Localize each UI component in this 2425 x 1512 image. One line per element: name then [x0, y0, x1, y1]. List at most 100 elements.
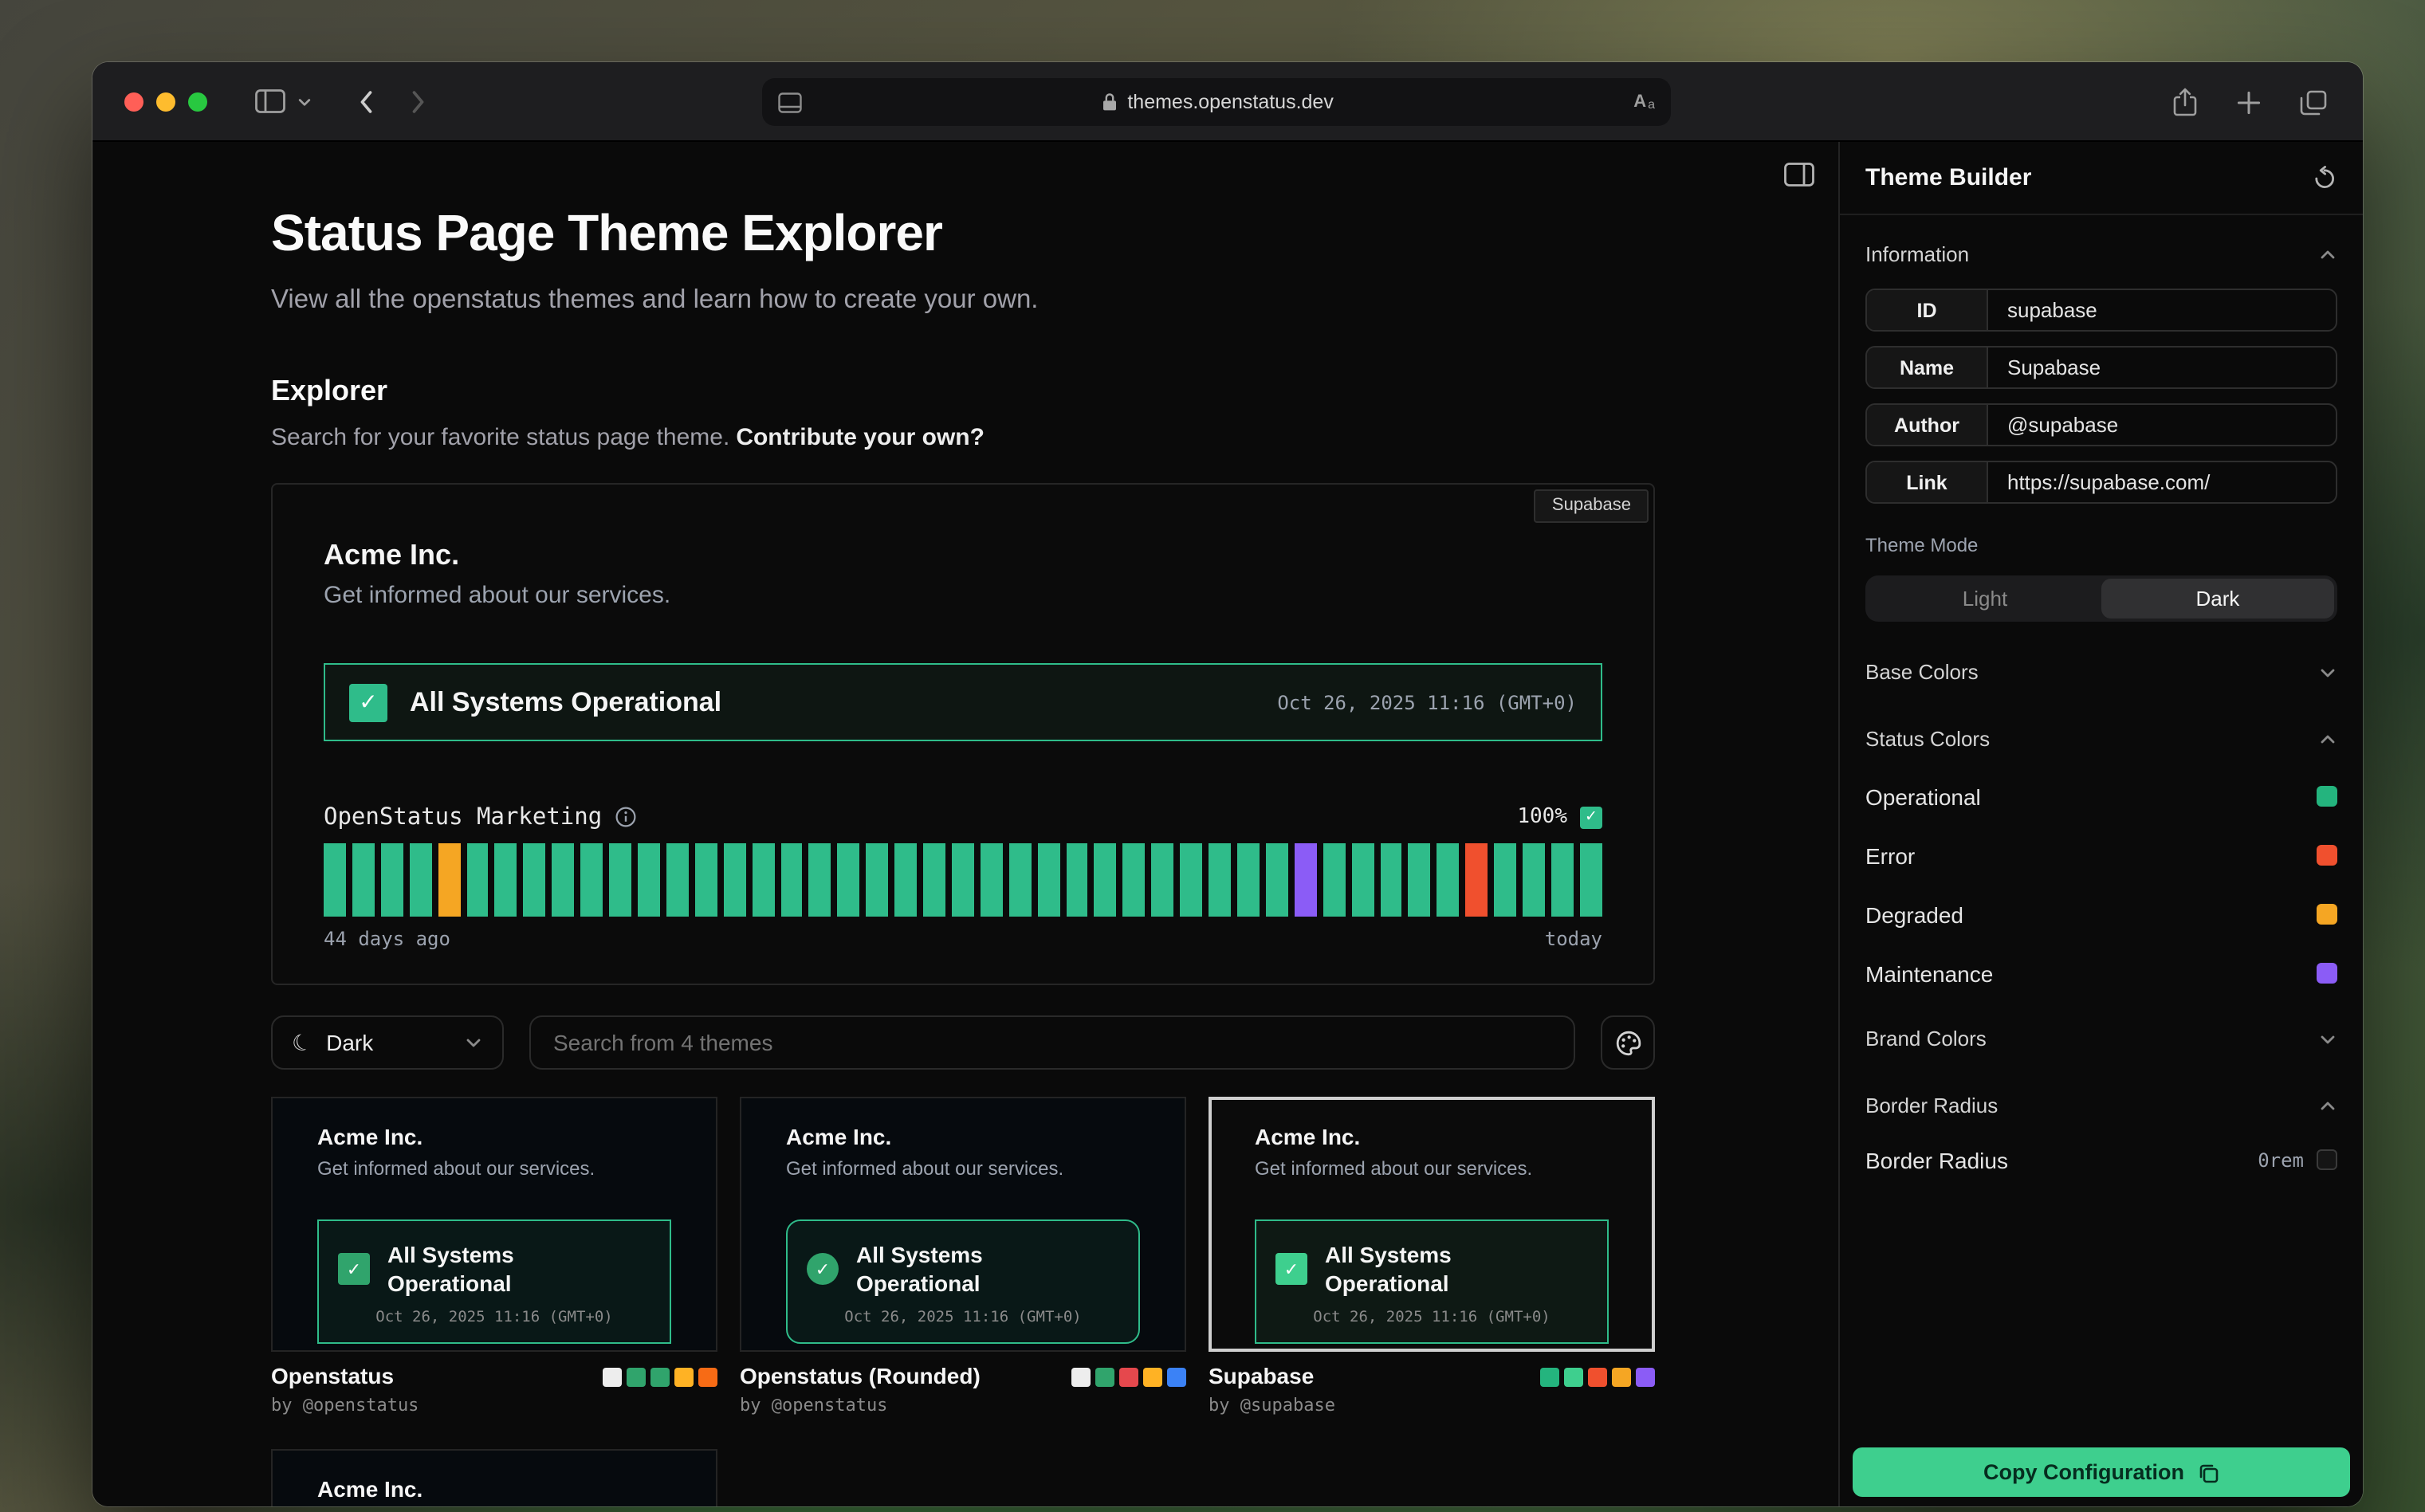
color-swatch — [1564, 1368, 1583, 1387]
uptime-bar-operational[interactable] — [552, 843, 575, 917]
uptime-bar-operational[interactable] — [723, 843, 745, 917]
builder-panel-toggle-icon[interactable] — [1784, 163, 1814, 187]
forward-button[interactable] — [410, 87, 427, 116]
translate-icon[interactable]: Aa — [1633, 92, 1655, 112]
theme-mode-dropdown[interactable]: ☾ Dark — [271, 1015, 504, 1070]
degraded-label: Degraded — [1865, 901, 1963, 927]
uptime-bar-operational[interactable] — [1152, 843, 1174, 917]
uptime-bar-operational[interactable] — [838, 843, 860, 917]
new-tab-icon[interactable] — [2237, 90, 2261, 114]
uptime-bar-degraded[interactable] — [438, 843, 460, 917]
field-link-input[interactable] — [1988, 462, 2336, 502]
theme-swatches — [1540, 1365, 1655, 1387]
status-label: All Systems Operational — [410, 686, 1255, 718]
section-information[interactable]: Information — [1865, 242, 2337, 268]
section-status-colors[interactable]: Status Colors — [1865, 727, 2337, 752]
uptime-bar-operational[interactable] — [324, 843, 346, 917]
uptime-bar-operational[interactable] — [752, 843, 774, 917]
field-link: Link — [1865, 461, 2337, 504]
zoom-window-button[interactable] — [188, 92, 207, 111]
uptime-bar-operational[interactable] — [1494, 843, 1516, 917]
uptime-bar-operational[interactable] — [1266, 843, 1288, 917]
uptime-bar-operational[interactable] — [1066, 843, 1088, 917]
uptime-bar-operational[interactable] — [1351, 843, 1374, 917]
field-id-input[interactable] — [1988, 290, 2336, 330]
section-base-colors[interactable]: Base Colors — [1865, 660, 2337, 685]
uptime-bar-operational[interactable] — [666, 843, 689, 917]
info-icon[interactable] — [615, 807, 635, 827]
theme-card-supabase-selected[interactable]: Acme Inc. Get informed about our service… — [1209, 1097, 1655, 1416]
operational-check-icon: ✓ — [349, 683, 387, 721]
uptime-bar-operational[interactable] — [894, 843, 917, 917]
uptime-bar-operational[interactable] — [638, 843, 660, 917]
uptime-bar-maintenance[interactable] — [1295, 843, 1317, 917]
uptime-bar-operational[interactable] — [952, 843, 974, 917]
share-icon[interactable] — [2171, 86, 2199, 118]
sidebar-toggle-icon[interactable] — [255, 89, 285, 113]
theme-mode-light-button[interactable]: Light — [1869, 579, 2101, 619]
uptime-bar-operational[interactable] — [1123, 843, 1146, 917]
tab-overview-icon[interactable] — [2299, 88, 2328, 116]
sidebar-chevron-down-icon[interactable] — [297, 93, 312, 109]
uptime-bar-operational[interactable] — [981, 843, 1003, 917]
degraded-color-picker[interactable] — [2317, 904, 2337, 925]
theme-mode-dark-button[interactable]: Dark — [2101, 579, 2334, 619]
uptime-bar-operational[interactable] — [1437, 843, 1460, 917]
uptime-bar-operational[interactable] — [1551, 843, 1574, 917]
uptime-bar-operational[interactable] — [923, 843, 945, 917]
field-name-input[interactable] — [1988, 348, 2336, 387]
uptime-bar-operational[interactable] — [1323, 843, 1345, 917]
theme-card-partial[interactable]: Acme Inc. Get informed about our service… — [271, 1449, 717, 1506]
address-bar[interactable]: themes.openstatus.dev Aa — [762, 78, 1671, 126]
uptime-bar-operational[interactable] — [466, 843, 489, 917]
uptime-bar-operational[interactable] — [1580, 843, 1602, 917]
uptime-bar-operational[interactable] — [1180, 843, 1202, 917]
copy-configuration-button[interactable]: Copy Configuration — [1853, 1447, 2350, 1497]
uptime-bar-operational[interactable] — [381, 843, 403, 917]
uptime-bar-operational[interactable] — [1009, 843, 1032, 917]
reset-icon[interactable] — [2312, 165, 2337, 190]
field-author-input[interactable] — [1988, 405, 2336, 445]
uptime-bar-operational[interactable] — [780, 843, 803, 917]
copy-configuration-label: Copy Configuration — [1983, 1460, 2184, 1484]
uptime-bar-operational[interactable] — [1409, 843, 1431, 917]
uptime-tracker — [324, 843, 1602, 917]
section-border-radius[interactable]: Border Radius — [1865, 1094, 2337, 1119]
back-button[interactable] — [357, 87, 375, 116]
uptime-bar-operational[interactable] — [609, 843, 631, 917]
page-settings-icon[interactable] — [778, 92, 802, 112]
section-brand-colors[interactable]: Brand Colors — [1865, 1027, 2337, 1052]
theme-card-openstatus[interactable]: Acme Inc. Get informed about our service… — [271, 1097, 717, 1416]
uptime-bar-error[interactable] — [1466, 843, 1488, 917]
check-icon: ✓ — [807, 1253, 839, 1285]
uptime-bar-operational[interactable] — [866, 843, 888, 917]
status-color-error: Error — [1865, 843, 2337, 867]
uptime-bar-operational[interactable] — [809, 843, 831, 917]
uptime-bar-operational[interactable] — [1380, 843, 1402, 917]
uptime-bar-operational[interactable] — [695, 843, 717, 917]
minimize-window-button[interactable] — [156, 92, 175, 111]
uptime-bar-operational[interactable] — [1237, 843, 1260, 917]
uptime-bar-operational[interactable] — [1095, 843, 1117, 917]
uptime-bar-operational[interactable] — [1523, 843, 1545, 917]
contribute-link[interactable]: Contribute your own? — [736, 424, 985, 451]
theme-card-openstatus-rounded[interactable]: Acme Inc. Get informed about our service… — [740, 1097, 1186, 1416]
mini-company-description: Get informed about our services. — [317, 1157, 671, 1181]
uptime-bar-operational[interactable] — [352, 843, 375, 917]
uptime-bar-operational[interactable] — [1037, 843, 1059, 917]
uptime-bar-operational[interactable] — [524, 843, 546, 917]
operational-color-picker[interactable] — [2317, 786, 2337, 807]
border-radius-control[interactable] — [2317, 1149, 2337, 1170]
browser-titlebar: themes.openstatus.dev Aa — [92, 62, 2363, 142]
color-swatch — [1143, 1368, 1162, 1387]
mini-status-label: All Systems Operational — [856, 1240, 1051, 1298]
error-color-picker[interactable] — [2317, 845, 2337, 866]
search-input[interactable] — [529, 1015, 1575, 1070]
maintenance-color-picker[interactable] — [2317, 963, 2337, 984]
uptime-bar-operational[interactable] — [1209, 843, 1231, 917]
uptime-bar-operational[interactable] — [409, 843, 431, 917]
uptime-bar-operational[interactable] — [495, 843, 517, 917]
close-window-button[interactable] — [124, 92, 143, 111]
uptime-bar-operational[interactable] — [580, 843, 603, 917]
palette-button[interactable] — [1601, 1015, 1655, 1070]
